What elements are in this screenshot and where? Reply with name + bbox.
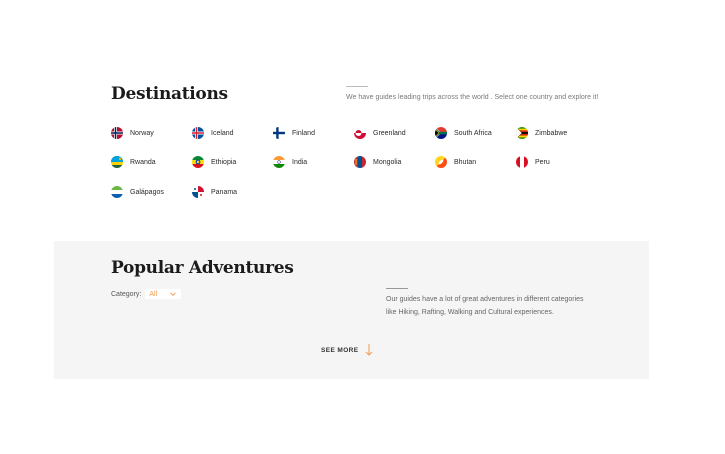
- arrow-down-icon: [365, 344, 372, 356]
- country-label: Finland: [292, 129, 315, 137]
- peru-flag-icon: [516, 156, 528, 168]
- country-label: Iceland: [211, 129, 234, 137]
- country-label: South Africa: [454, 129, 492, 137]
- country-mongolia[interactable]: Mongolia: [354, 155, 401, 169]
- country-norway[interactable]: Norway: [111, 126, 154, 140]
- country-label: Rwanda: [130, 158, 156, 166]
- see-more-label: SEE MORE: [321, 346, 359, 354]
- country-peru[interactable]: Peru: [516, 155, 550, 169]
- country-zimbabwe[interactable]: Zimbabwe: [516, 126, 567, 140]
- country-panama[interactable]: Panama: [192, 185, 237, 199]
- category-filter: Category: All: [111, 288, 182, 300]
- rwanda-flag-icon: [111, 156, 123, 168]
- finland-flag-icon: [273, 127, 285, 139]
- galapagos-flag-icon: [111, 186, 123, 198]
- destinations-description: We have guides leading trips across the …: [346, 94, 599, 101]
- chevron-down-icon: [170, 292, 177, 297]
- category-label: Category:: [111, 290, 142, 298]
- norway-flag-icon: [111, 127, 123, 139]
- country-label: Galápagos: [130, 188, 164, 196]
- country-finland[interactable]: Finland: [273, 126, 315, 140]
- south-africa-flag-icon: [435, 127, 447, 139]
- destinations-title: Destinations: [111, 84, 228, 104]
- country-rwanda[interactable]: Rwanda: [111, 155, 156, 169]
- country-label: Zimbabwe: [535, 129, 568, 137]
- category-select[interactable]: All: [145, 289, 182, 299]
- country-india[interactable]: India: [273, 155, 307, 169]
- india-flag-icon: [273, 156, 285, 168]
- adventures-description: Our guides have a lot of great adventure…: [386, 296, 584, 316]
- category-selected-value: All: [149, 290, 158, 298]
- zimbabwe-flag-icon: [516, 127, 528, 139]
- country-iceland[interactable]: Iceland: [192, 126, 234, 140]
- destinations-divider: [346, 86, 368, 87]
- mongolia-flag-icon: [354, 156, 366, 168]
- iceland-flag-icon: [192, 127, 204, 139]
- country-label: Greenland: [373, 129, 406, 137]
- greenland-flag-icon: [354, 127, 366, 139]
- ethiopia-flag-icon: [192, 156, 204, 168]
- see-more-button[interactable]: SEE MORE: [321, 343, 374, 357]
- country-label: Peru: [535, 158, 550, 166]
- country-label: Panama: [211, 188, 238, 196]
- country-label: Mongolia: [373, 158, 402, 166]
- country-label: Norway: [130, 129, 154, 137]
- country-south-africa[interactable]: South Africa: [435, 126, 492, 140]
- country-ethiopia[interactable]: Ethiopia: [192, 155, 236, 169]
- adventures-title: Popular Adventures: [111, 258, 294, 278]
- country-greenland[interactable]: Greenland: [354, 126, 406, 140]
- country-bhutan[interactable]: Bhutan: [435, 155, 476, 169]
- country-label: Ethiopia: [211, 158, 237, 166]
- country-label: India: [292, 158, 308, 166]
- bhutan-flag-icon: [435, 156, 447, 168]
- country-label: Bhutan: [454, 158, 477, 166]
- adventures-divider: [386, 288, 408, 289]
- panama-flag-icon: [192, 186, 204, 198]
- country-galapagos[interactable]: Galápagos: [111, 185, 164, 199]
